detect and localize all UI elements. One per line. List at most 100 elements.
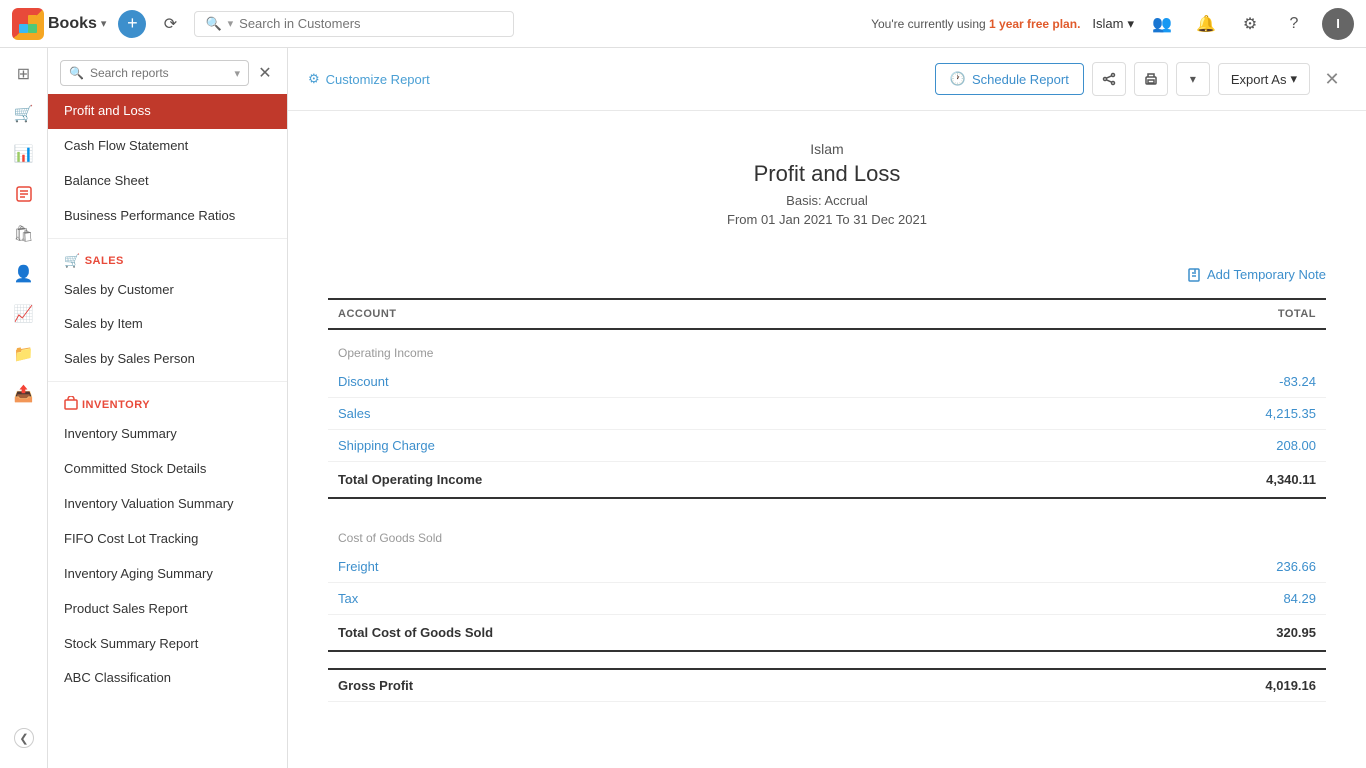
add-temporary-note-button[interactable]: Add Temporary Note: [1187, 267, 1326, 282]
sidebar-item-reports[interactable]: [6, 176, 42, 212]
report-item-abc[interactable]: ABC Classification: [48, 661, 287, 696]
inventory-section-icon: [64, 396, 78, 413]
report-title: Profit and Loss: [328, 161, 1326, 187]
share-button[interactable]: [1092, 62, 1126, 96]
search-input[interactable]: [239, 16, 503, 31]
sidebar-item-banking[interactable]: 📊: [6, 136, 42, 172]
report-basis: Basis: Accrual: [328, 193, 1326, 208]
export-dropdown-icon: ▾: [1290, 71, 1297, 87]
report-table: ACCOUNT TOTAL Operating Income Discount …: [328, 298, 1326, 702]
account-freight[interactable]: Freight: [328, 551, 1039, 583]
logo-dropdown-icon[interactable]: ▾: [101, 17, 107, 30]
section-label-inventory: INVENTORY: [48, 386, 287, 417]
top-navigation: Books ▾ + ⟳ 🔍 ▾ You're currently using 1…: [0, 0, 1366, 48]
report-item-stock-summary[interactable]: Stock Summary Report: [48, 627, 287, 662]
account-discount[interactable]: Discount: [328, 366, 1039, 398]
total-operating-income-row: Total Operating Income 4,340.11: [328, 462, 1326, 499]
report-item-sales-item[interactable]: Sales by Item: [48, 307, 287, 342]
team-icon[interactable]: 👥: [1146, 8, 1178, 40]
spacer-row-1: [328, 498, 1326, 515]
reports-panel-close[interactable]: ✕: [255, 63, 275, 83]
spacer-row-2: [328, 651, 1326, 669]
left-sidebar: ⊞ 🛒 📊 🛍 👤 📈 📁 📤: [0, 48, 48, 768]
section-operating-income: Operating Income: [328, 329, 1326, 366]
report-item-fifo[interactable]: FIFO Cost Lot Tracking: [48, 522, 287, 557]
reports-search-dropdown-icon[interactable]: ▾: [234, 67, 240, 80]
gross-profit-row: Gross Profit 4,019.16: [328, 669, 1326, 702]
gross-profit-value: 4,019.16: [1039, 669, 1326, 702]
logo-box: [12, 8, 44, 40]
total-shipping[interactable]: 208.00: [1039, 430, 1326, 462]
reports-search-icon: 🔍: [69, 66, 84, 80]
total-operating-income-value: 4,340.11: [1039, 462, 1326, 499]
nav-right: You're currently using 1 year free plan.…: [871, 8, 1354, 40]
sidebar-item-purchases[interactable]: 🛍: [6, 216, 42, 252]
total-freight[interactable]: 236.66: [1039, 551, 1326, 583]
total-operating-income-label: Total Operating Income: [328, 462, 1039, 499]
schedule-report-button[interactable]: 🕐 Schedule Report: [935, 63, 1084, 95]
search-filter-icon[interactable]: 🔍: [205, 16, 221, 32]
logo-text: Books: [48, 15, 97, 33]
history-button[interactable]: ⟳: [154, 8, 186, 40]
report-item-sales-person[interactable]: Sales by Sales Person: [48, 342, 287, 377]
report-item-cash-flow[interactable]: Cash Flow Statement: [48, 129, 287, 164]
total-cogs-value: 320.95: [1039, 615, 1326, 652]
sidebar-item-contacts[interactable]: 👤: [6, 256, 42, 292]
add-button[interactable]: +: [118, 10, 146, 38]
toggle-sidebar-button[interactable]: ❮: [14, 728, 34, 748]
avatar[interactable]: I: [1322, 8, 1354, 40]
print-button[interactable]: [1134, 62, 1168, 96]
report-item-profit-loss[interactable]: Profit and Loss: [48, 94, 287, 129]
table-row: Shipping Charge 208.00: [328, 430, 1326, 462]
col-total: TOTAL: [1039, 299, 1326, 329]
search-filter-dropdown[interactable]: ▾: [228, 17, 234, 30]
report-body: Islam Profit and Loss Basis: Accrual Fro…: [288, 111, 1366, 732]
report-item-committed-stock[interactable]: Committed Stock Details: [48, 452, 287, 487]
schedule-clock-icon: 🕐: [950, 71, 966, 87]
table-row: Sales 4,215.35: [328, 398, 1326, 430]
total-discount[interactable]: -83.24: [1039, 366, 1326, 398]
help-icon[interactable]: ?: [1278, 8, 1310, 40]
account-sales[interactable]: Sales: [328, 398, 1039, 430]
report-item-inventory-summary[interactable]: Inventory Summary: [48, 417, 287, 452]
customize-report-button[interactable]: ⚙ Customize Report: [308, 71, 430, 87]
customize-icon: ⚙: [308, 71, 320, 87]
export-button[interactable]: Export As ▾: [1218, 63, 1310, 95]
divider-1: [48, 238, 287, 239]
sidebar-item-integrations[interactable]: 📤: [6, 376, 42, 412]
free-plan-notice: You're currently using 1 year free plan.: [871, 17, 1080, 31]
sidebar-item-dashboard[interactable]: ⊞: [6, 56, 42, 92]
report-item-sales-customer[interactable]: Sales by Customer: [48, 273, 287, 308]
more-options-button[interactable]: ▾: [1176, 62, 1210, 96]
sidebar-item-sales[interactable]: 🛒: [6, 96, 42, 132]
report-item-balance-sheet[interactable]: Balance Sheet: [48, 164, 287, 199]
report-item-product-sales[interactable]: Product Sales Report: [48, 592, 287, 627]
report-item-business-perf[interactable]: Business Performance Ratios: [48, 199, 287, 234]
section-label-cogs: Cost of Goods Sold: [328, 515, 1326, 551]
table-row: Tax 84.29: [328, 583, 1326, 615]
gross-profit-label: Gross Profit: [328, 669, 1039, 702]
account-tax[interactable]: Tax: [328, 583, 1039, 615]
report-toolbar: ⚙ Customize Report 🕐 Schedule Report: [288, 48, 1366, 111]
report-header: Islam Profit and Loss Basis: Accrual Fro…: [328, 141, 1326, 227]
total-cogs-label: Total Cost of Goods Sold: [328, 615, 1039, 652]
sidebar-item-analytics[interactable]: 📈: [6, 296, 42, 332]
main-content: ⚙ Customize Report 🕐 Schedule Report: [288, 48, 1366, 768]
total-tax[interactable]: 84.29: [1039, 583, 1326, 615]
reports-panel-header: 🔍 ▾ ✕: [48, 48, 287, 94]
reports-search-input[interactable]: [90, 66, 229, 80]
toolbar-close-button[interactable]: ✕: [1318, 65, 1346, 93]
global-search[interactable]: 🔍 ▾: [194, 11, 514, 37]
report-item-inventory-valuation[interactable]: Inventory Valuation Summary: [48, 487, 287, 522]
sidebar-item-documents[interactable]: 📁: [6, 336, 42, 372]
total-sales[interactable]: 4,215.35: [1039, 398, 1326, 430]
reports-search-box[interactable]: 🔍 ▾: [60, 60, 249, 86]
report-item-inventory-aging[interactable]: Inventory Aging Summary: [48, 557, 287, 592]
user-menu[interactable]: Islam ▾: [1092, 16, 1134, 32]
reports-panel: 🔍 ▾ ✕ Profit and Loss Cash Flow Statemen…: [48, 48, 288, 768]
notifications-icon[interactable]: 🔔: [1190, 8, 1222, 40]
user-dropdown-icon: ▾: [1127, 16, 1134, 32]
total-cogs-row: Total Cost of Goods Sold 320.95: [328, 615, 1326, 652]
account-shipping[interactable]: Shipping Charge: [328, 430, 1039, 462]
settings-icon[interactable]: ⚙: [1234, 8, 1266, 40]
